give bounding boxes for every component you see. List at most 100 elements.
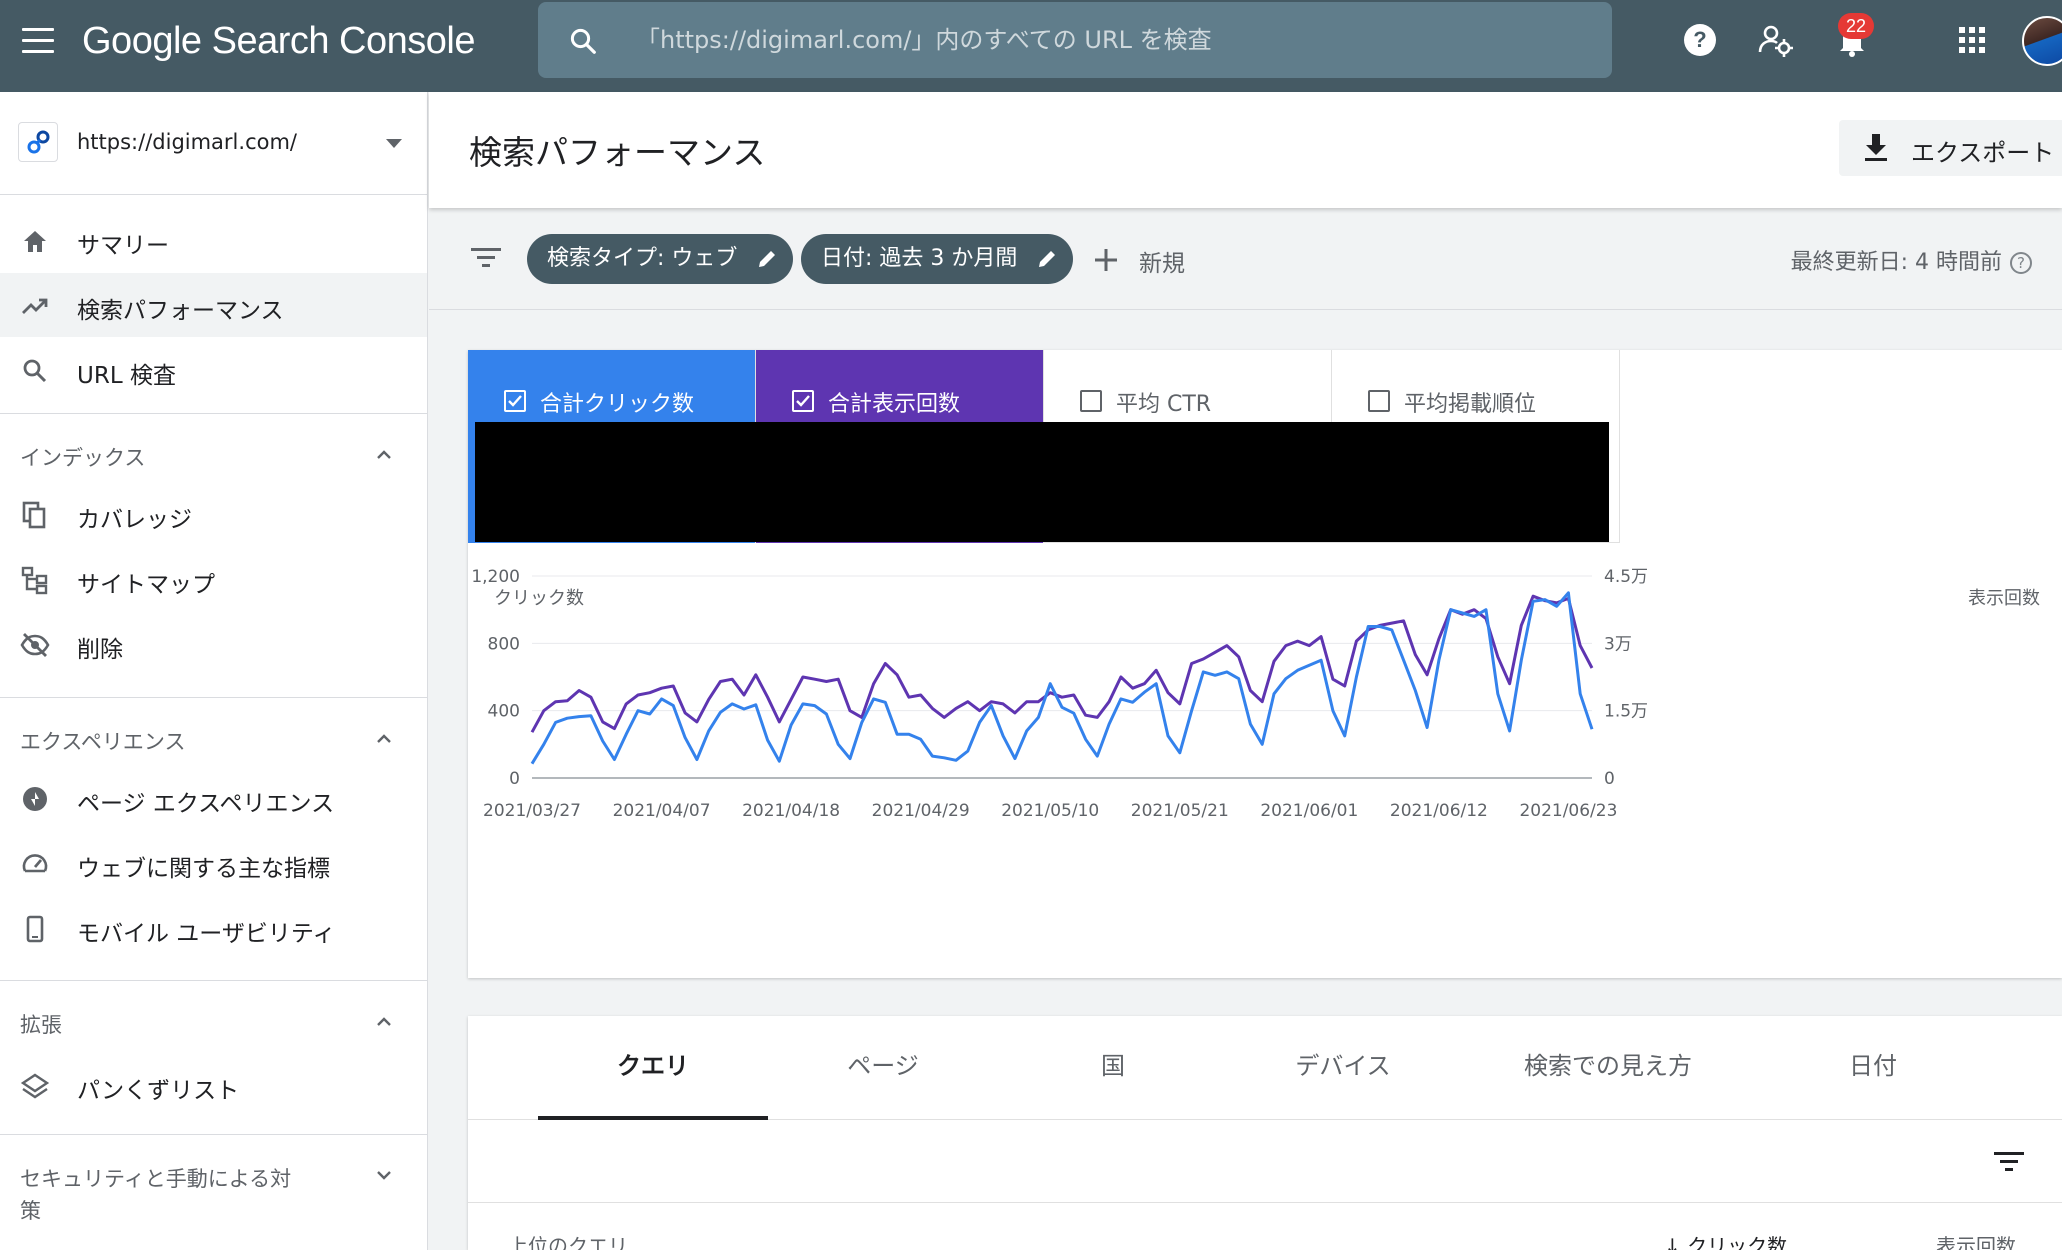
checkbox-unchecked-icon[interactable]: [1368, 390, 1390, 412]
sidebar-item-summary[interactable]: サマリー: [0, 208, 427, 272]
trending-up-icon: [22, 298, 48, 314]
x-tick-label: 2021/05/10: [1001, 801, 1099, 821]
speed-gauge-icon: [22, 854, 48, 873]
smartphone-icon: [26, 915, 44, 943]
filter-chip-date[interactable]: 日付: 過去 3 か月間: [801, 234, 1074, 284]
section-header-enhancements[interactable]: 拡張: [0, 993, 427, 1053]
product-logo[interactable]: Google Search Console: [82, 20, 475, 63]
plus-icon: [1095, 249, 1117, 271]
apps-grid-icon[interactable]: [1952, 20, 1992, 60]
link-icon: [27, 130, 50, 154]
tab-search-appearance[interactable]: 検索での見え方: [1458, 1016, 1758, 1120]
add-filter-label: 新規: [1139, 251, 1185, 277]
user-settings-icon[interactable]: [1756, 20, 1796, 60]
x-tick-label: 2021/04/29: [872, 801, 970, 821]
y-left-tick-label: 1,200: [471, 567, 520, 587]
sidebar-item-label: ページ エクスペリエンス: [77, 791, 335, 817]
sidebar: https://digimarl.com/ サマリー 検索パフォーマンス URL…: [0, 92, 428, 1250]
chip-label: 日付: 過去 3 か月間: [821, 246, 1018, 271]
last-updated-text: 最終更新日: 4 時間前?: [1791, 244, 2032, 276]
x-tick-label: 2021/06/01: [1260, 801, 1358, 821]
chevron-down-icon: [377, 1171, 391, 1180]
tab-pages[interactable]: ページ: [768, 1016, 998, 1120]
help-outline-icon[interactable]: ?: [2010, 252, 2032, 274]
performance-line-chart[interactable]: 1,200 800 400 0 4.5万 3万 1.5万 0 2021/03/27 2021/04…: [468, 550, 2062, 960]
tab-queries[interactable]: クエリ: [538, 1016, 768, 1120]
download-icon: [1865, 134, 1887, 161]
help-icon[interactable]: ?: [1680, 20, 1720, 60]
series-line-clicks: [530, 591, 1594, 765]
search-icon: [23, 359, 47, 383]
sidebar-item-url-inspection[interactable]: URL 検査: [0, 338, 427, 402]
menu-icon[interactable]: [22, 28, 54, 54]
table-filter-icon[interactable]: [1994, 1150, 2024, 1174]
page-header: 検索パフォーマンス エクスポート: [429, 92, 2062, 208]
edit-icon: [1039, 251, 1056, 267]
edit-icon: [759, 251, 776, 267]
checkbox-unchecked-icon[interactable]: [1080, 390, 1102, 412]
column-header-impressions[interactable]: 表示回数: [1936, 1230, 2016, 1250]
y-left-tick-label: 800: [488, 634, 520, 654]
x-tick-label: 2021/06/23: [1519, 801, 1617, 821]
visibility-off-icon: [20, 633, 50, 657]
sidebar-item-label: 削除: [77, 637, 123, 663]
chip-label: 検索タイプ: ウェブ: [547, 246, 738, 271]
sidebar-item-sitemaps[interactable]: サイトマップ: [0, 547, 427, 611]
filter-list-icon[interactable]: [471, 246, 501, 270]
file-copy-icon: [22, 501, 46, 529]
y-left-tick-label: 0: [509, 769, 520, 789]
search-input[interactable]: [636, 2, 1576, 78]
table-divider: [468, 1202, 2062, 1203]
sidebar-divider: [0, 1134, 427, 1135]
checkbox-checked-icon[interactable]: [792, 390, 814, 412]
property-selector[interactable]: https://digimarl.com/: [0, 92, 427, 195]
sidebar-item-breadcrumbs[interactable]: パンくずリスト: [0, 1053, 427, 1117]
sidebar-item-label: パンくずリスト: [77, 1078, 240, 1104]
sidebar-item-removals[interactable]: 削除: [0, 612, 427, 676]
sidebar-item-label: 検索パフォーマンス: [77, 298, 284, 324]
checkbox-checked-icon[interactable]: [504, 390, 526, 412]
y-left-tick-label: 400: [488, 702, 520, 722]
section-title: 拡張: [20, 1013, 62, 1037]
sitemap-icon: [21, 566, 48, 595]
top-app-bar: Google Search Console ? 22: [0, 0, 2062, 92]
chevron-up-icon: [377, 450, 391, 459]
metric-label: 合計表示回数: [828, 392, 961, 417]
dropdown-caret-icon[interactable]: [386, 139, 402, 148]
section-header-index[interactable]: インデックス: [0, 426, 427, 486]
tab-dates[interactable]: 日付: [1758, 1016, 1988, 1120]
sidebar-item-coverage[interactable]: カバレッジ: [0, 482, 427, 546]
section-header-experience[interactable]: エクスペリエンス: [0, 710, 427, 770]
column-header-query[interactable]: 上位のクエリ: [508, 1230, 628, 1250]
url-inspection-search[interactable]: [538, 2, 1612, 78]
column-header-label: クリック数: [1687, 1234, 1788, 1250]
sidebar-item-label: サマリー: [77, 233, 169, 259]
last-updated-label: 最終更新日: 4 時間前: [1790, 250, 2002, 275]
x-tick-label: 2021/04/18: [742, 801, 840, 821]
section-header-security[interactable]: セキュリティと手動による対 策: [0, 1147, 427, 1237]
dimension-tabs: クエリ ページ 国 デバイス 検索での見え方 日付: [468, 1016, 2062, 1120]
series-line-impressions: [530, 594, 1594, 733]
tab-devices[interactable]: デバイス: [1228, 1016, 1458, 1120]
sidebar-item-page-experience[interactable]: ページ エクスペリエンス: [0, 766, 427, 830]
sidebar-item-core-web-vitals[interactable]: ウェブに関する主な指標: [0, 831, 427, 895]
sidebar-item-label: サイトマップ: [77, 572, 215, 598]
sidebar-item-mobile-usability[interactable]: モバイル ユーザビリティ: [0, 896, 427, 960]
metric-label: 合計クリック数: [540, 392, 695, 417]
sidebar-item-performance[interactable]: 検索パフォーマンス: [0, 273, 427, 337]
x-tick-label: 2021/05/21: [1131, 801, 1229, 821]
x-tick-label: 2021/03/27: [483, 801, 581, 821]
section-title: エクスペリエンス: [20, 730, 186, 754]
filter-chip-search-type[interactable]: 検索タイプ: ウェブ: [527, 234, 794, 284]
page-experience-icon: [23, 787, 47, 811]
performance-chart-card: 合計クリック数 合計表示回数 平均 CTR 平均掲載順位 クリック数 表示回数 …: [468, 350, 2062, 978]
account-avatar[interactable]: [2022, 16, 2062, 66]
tab-countries[interactable]: 国: [998, 1016, 1228, 1120]
sidebar-divider: [0, 980, 427, 981]
filter-bar: 検索タイプ: ウェブ 日付: 過去 3 か月間 新規 最終更新日: 4 時間前?: [429, 210, 2062, 310]
property-favicon: [18, 122, 58, 162]
column-header-clicks[interactable]: ↓ クリック数: [1664, 1230, 1787, 1250]
export-button[interactable]: エクスポート: [1839, 120, 2062, 176]
sidebar-item-label: カバレッジ: [77, 507, 192, 533]
sidebar-divider: [0, 697, 427, 698]
